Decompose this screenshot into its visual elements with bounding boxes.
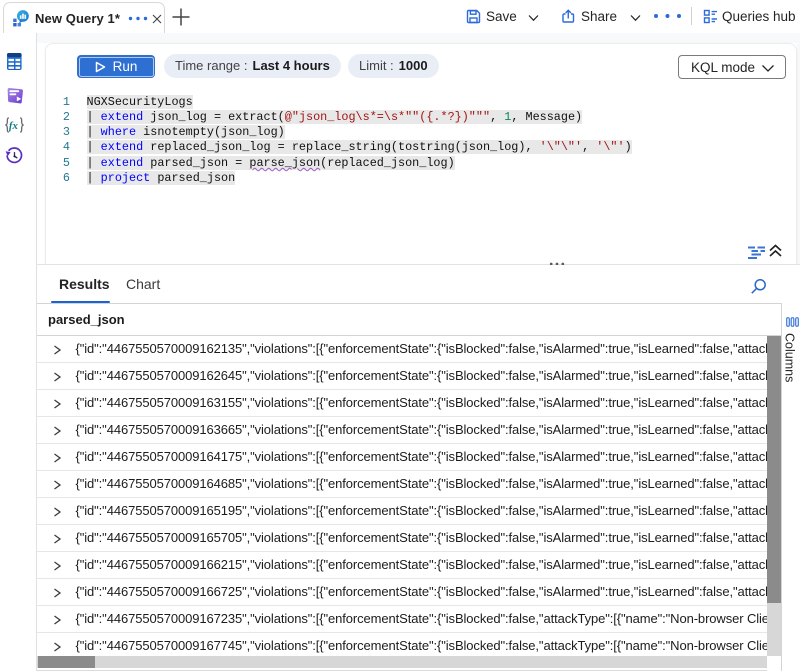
svg-text:fx: fx (9, 120, 19, 132)
